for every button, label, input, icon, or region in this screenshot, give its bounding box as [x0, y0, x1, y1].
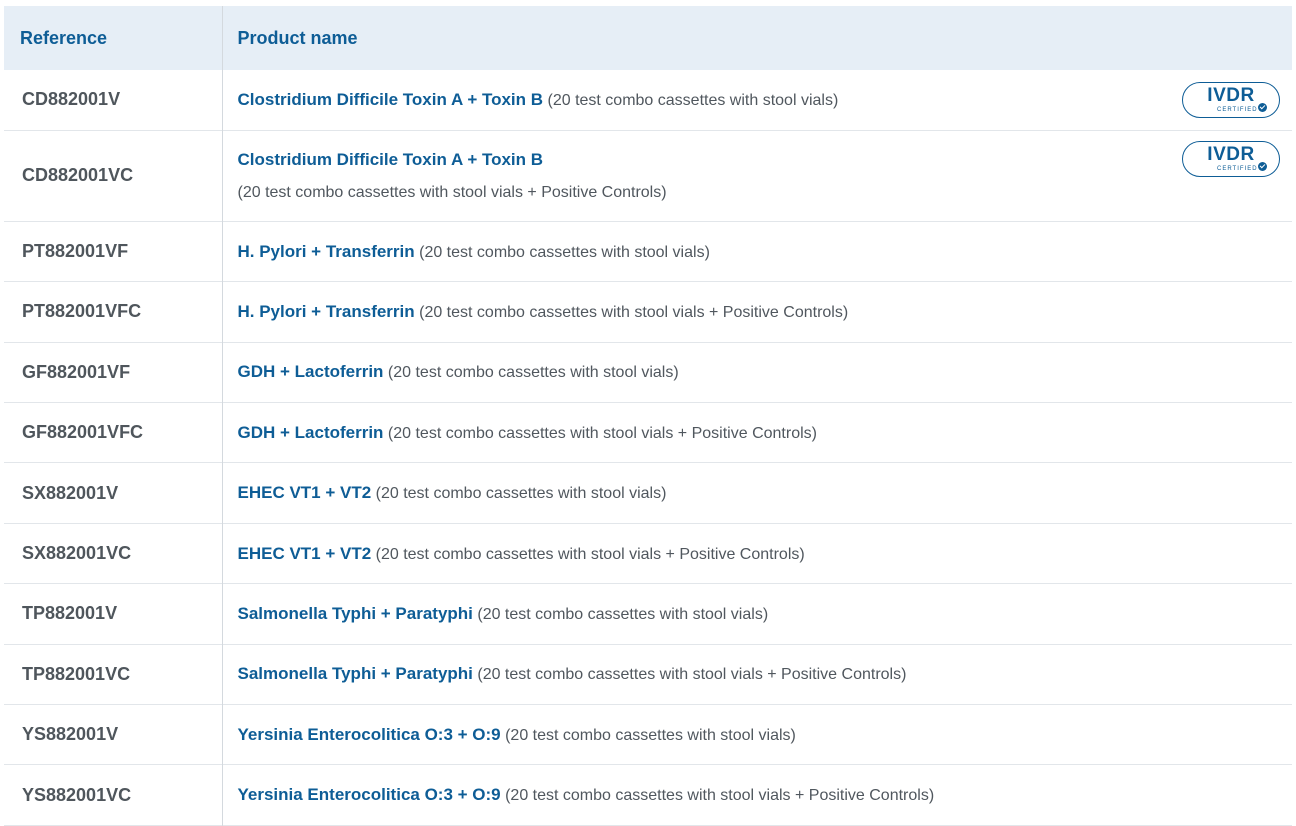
ivdr-certified-badge: IVDR CERTIFIED [1182, 140, 1280, 177]
reference-cell: YS882001V [22, 724, 119, 745]
product-name: H. Pylori + Transferrin [237, 241, 415, 261]
product-description: (20 test combo cassettes with stool vial… [419, 303, 849, 321]
product-name-column-header: Product name [221, 6, 1292, 70]
product-description: (20 test combo cassettes with stool vial… [387, 424, 817, 442]
reference-cell: TP882001VC [22, 663, 131, 684]
product-name: GDH + Lactoferrin [237, 362, 384, 382]
product-name: EHEC VT1 + VT2 [237, 483, 372, 503]
reference-column-header: Reference [20, 27, 108, 48]
reference-cell: SX882001VC [22, 543, 132, 564]
product-cell: H. Pylori + Transferrin (20 test combo c… [221, 281, 1292, 343]
table-row: TP882001VC Salmonella Typhi + Paratyphi … [4, 644, 1292, 705]
product-cell: GDH + Lactoferrin (20 test combo cassett… [221, 402, 1292, 463]
reference-cell: GF882001VFC [22, 422, 144, 443]
check-circle-icon [1258, 161, 1267, 171]
reference-cell: YS882001VC [22, 784, 132, 805]
product-name: Salmonella Typhi + Paratyphi [237, 603, 473, 623]
product-description: (20 test combo cassettes with stool vial… [477, 605, 769, 623]
product-description: (20 test combo cassettes with stool vial… [477, 666, 907, 684]
reference-cell: PT882001VFC [22, 301, 142, 322]
product-name: H. Pylori + Transferrin [237, 301, 415, 321]
reference-cell: PT882001VF [22, 241, 129, 262]
ivdr-certified-badge: IVDR CERTIFIED [1182, 81, 1280, 118]
product-name: EHEC VT1 + VT2 [237, 543, 372, 563]
ivdr-badge-subtext: CERTIFIED [1217, 106, 1258, 113]
product-description: (20 test combo cassettes with stool vial… [505, 726, 796, 744]
product-name: Salmonella Typhi + Paratyphi [237, 664, 473, 684]
header-row: Reference Product name [4, 6, 1292, 70]
reference-cell: SX882001V [22, 482, 119, 503]
check-circle-icon [1258, 102, 1267, 112]
table-body: CD882001V Clostridium Difficile Toxin A … [4, 70, 1292, 826]
product-description: (20 test combo cassettes with stool vial… [375, 485, 667, 503]
table-row: GF882001VF GDH + Lactoferrin (20 test co… [4, 342, 1292, 403]
product-name: Clostridium Difficile Toxin A + Toxin B [237, 149, 544, 169]
table-row: YS882001V Yersinia Enterocolitica O:3 + … [4, 704, 1292, 765]
ivdr-badge-subtext: CERTIFIED [1217, 165, 1258, 172]
table-row: GF882001VFC GDH + Lactoferrin (20 test c… [4, 402, 1292, 463]
table-row: TP882001V Salmonella Typhi + Paratyphi (… [4, 583, 1292, 645]
table-row: YS882001VC Yersinia Enterocolitica O:3 +… [4, 764, 1292, 826]
product-cell: EHEC VT1 + VT2 (20 test combo cassettes … [221, 462, 1292, 524]
reference-cell: CD882001VC [22, 165, 134, 186]
table-header: Reference Product name [4, 6, 1292, 70]
table-row: CD882001V Clostridium Difficile Toxin A … [4, 70, 1292, 131]
product-cell: Yersinia Enterocolitica O:3 + O:9 (20 te… [221, 704, 1292, 765]
product-cell: Yersinia Enterocolitica O:3 + O:9 (20 te… [221, 764, 1292, 826]
product-name: GDH + Lactoferrin [237, 422, 384, 442]
product-description: (20 test combo cassettes with stool vial… [237, 183, 667, 201]
product-description: (20 test combo cassettes with stool vial… [387, 364, 679, 382]
reference-cell: CD882001V [22, 89, 121, 110]
table-row: SX882001VC EHEC VT1 + VT2 (20 test combo… [4, 523, 1292, 584]
table-row: PT882001VFC H. Pylori + Transferrin (20 … [4, 281, 1292, 343]
table-row: CD882001VC Clostridium Difficile Toxin A… [4, 130, 1292, 222]
product-description: (20 test combo cassettes with stool vial… [375, 545, 805, 563]
product-name: Clostridium Difficile Toxin A + Toxin B [237, 89, 544, 109]
reference-cell: TP882001V [22, 603, 118, 624]
product-cell: Clostridium Difficile Toxin A + Toxin B … [221, 130, 1292, 222]
product-description: (20 test combo cassettes with stool vial… [505, 787, 935, 805]
product-cell: GDH + Lactoferrin (20 test combo cassett… [221, 342, 1292, 403]
products-table: Reference Product name CD882001V Clostri… [4, 6, 1292, 826]
product-name: Yersinia Enterocolitica O:3 + O:9 [237, 724, 501, 744]
product-cell: Salmonella Typhi + Paratyphi (20 test co… [221, 644, 1292, 705]
table-row: PT882001VF H. Pylori + Transferrin (20 t… [4, 221, 1292, 282]
product-cell: H. Pylori + Transferrin (20 test combo c… [221, 221, 1292, 282]
product-cell: EHEC VT1 + VT2 (20 test combo cassettes … [221, 523, 1292, 584]
reference-cell: GF882001VF [22, 361, 131, 382]
product-cell: Salmonella Typhi + Paratyphi (20 test co… [221, 583, 1292, 645]
product-description: (20 test combo cassettes with stool vial… [547, 91, 839, 109]
product-description: (20 test combo cassettes with stool vial… [419, 243, 710, 261]
product-name: Yersinia Enterocolitica O:3 + O:9 [237, 785, 501, 805]
table-row: SX882001V EHEC VT1 + VT2 (20 test combo … [4, 462, 1292, 524]
product-cell: Clostridium Difficile Toxin A + Toxin B … [221, 70, 1292, 131]
